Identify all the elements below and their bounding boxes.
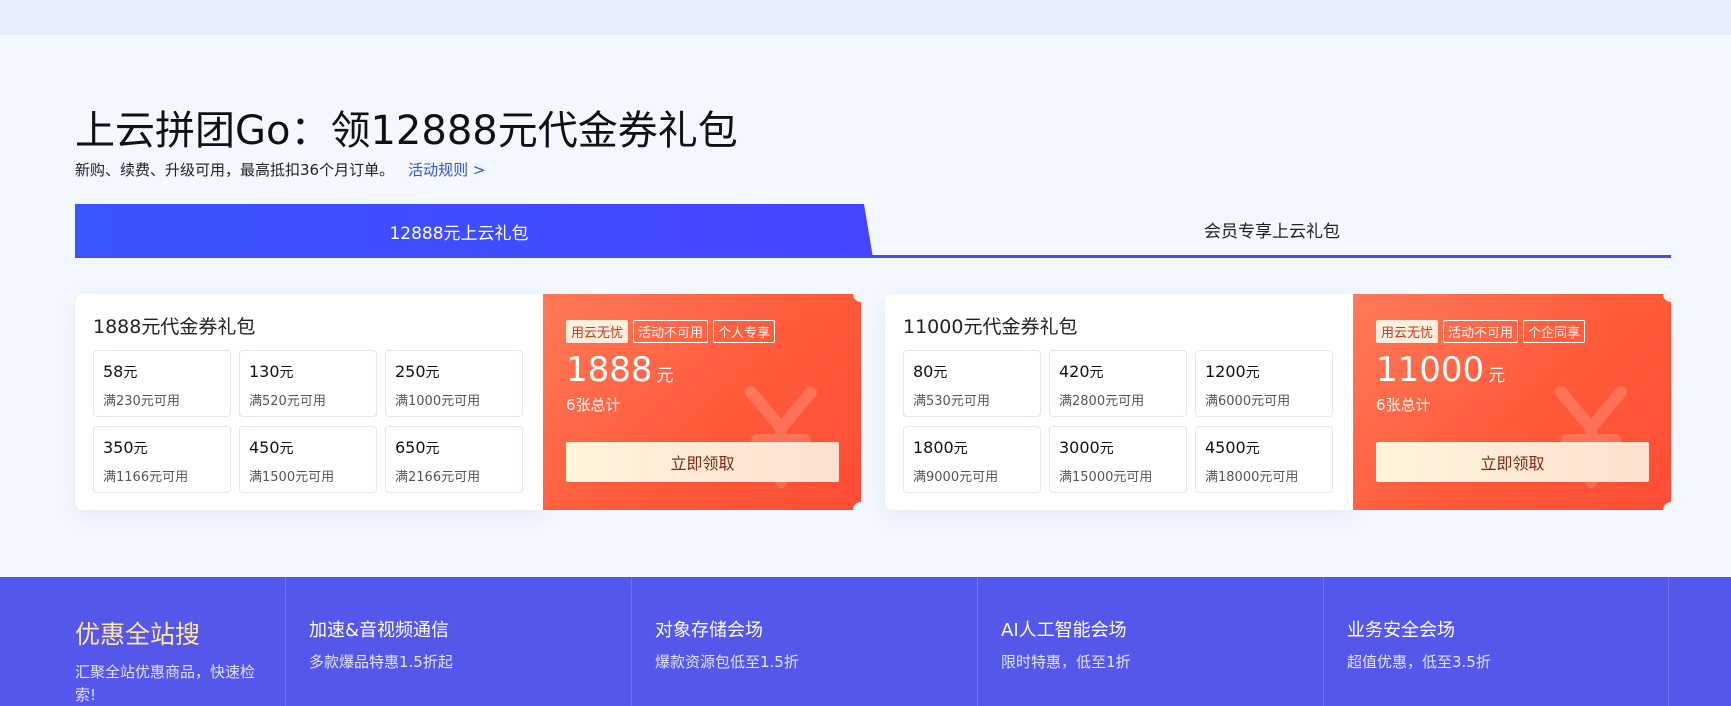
coupon-amount: 350元 [103,438,148,457]
coupon-amount: 1200元 [1205,362,1260,381]
package-tabs: 12888元上云礼包 会员专享上云礼包 [75,204,1671,258]
package-name: 11000元代金券礼包 [903,316,1078,338]
coupon-list-panel: 11000元代金券礼包 80元满530元可用 420元满2800元可用 1200… [885,294,1353,510]
promo-item-title: 对象存储会场 [655,620,763,641]
tab-12888-package[interactable]: 12888元上云礼包 [75,204,873,258]
coupon-item: 1200元满6000元可用 [1195,350,1333,417]
promo-main-desc: 汇聚全站优惠商品，快速检索! [75,663,256,704]
coupon-condition: 满18000元可用 [1205,470,1299,485]
promo-item-desc: 爆款资源包低至1.5折 [655,653,799,671]
ticket-notch [1663,294,1671,302]
ticket-notch [1663,502,1671,510]
badge-activity-unavailable: 活动不可用 [1443,320,1519,343]
coupon-list-panel: 1888元代金券礼包 58元满230元可用 130元满520元可用 250元满1… [75,294,543,510]
coupon-condition: 满1000元可用 [395,394,481,409]
claim-button[interactable]: 立即领取 [566,442,839,482]
coupon-item: 1800元满9000元可用 [903,426,1041,493]
coupon-condition: 满520元可用 [249,394,326,409]
coupon-item: 3000元满15000元可用 [1049,426,1187,493]
coupon-condition: 满530元可用 [913,394,990,409]
promo-item-title: AI人工智能会场 [1001,620,1127,641]
badge-audience: 个企同享 [1523,320,1586,343]
promo-item-title: 加速&音视频通信 [309,620,450,641]
coupon-item: 130元满520元可用 [239,350,377,417]
coupon-condition: 满230元可用 [103,394,180,409]
package-card-11000: 11000元代金券礼包 80元满530元可用 420元满2800元可用 1200… [885,294,1671,510]
promo-item-desc: 限时特惠，低至1折 [1001,653,1131,671]
coupon-count: 6张总计 [1376,396,1431,414]
ticket-notch [853,294,861,302]
promo-item-desc: 超值优惠，低至3.5折 [1347,653,1491,671]
package-total: 1888 元 [566,350,674,390]
package-summary-panel: 用云无忧 活动不可用 个企同享 11000 元 6张总计 立即领取 [1353,294,1671,510]
ticket-notch [853,502,861,510]
coupon-condition: 满9000元可用 [913,470,999,485]
coupon-grid: 58元满230元可用 130元满520元可用 250元满1000元可用 350元… [93,350,523,493]
coupon-item: 250元满1000元可用 [385,350,523,417]
badge-audience: 个人专享 [713,320,776,343]
coupon-item: 650元满2166元可用 [385,426,523,493]
activity-rules-link[interactable]: 活动规则 > [408,161,485,179]
coupon-condition: 满1166元可用 [103,470,189,485]
package-total: 11000 元 [1376,350,1506,390]
page-title: 上云拼团Go：领12888元代金券礼包 [75,108,738,154]
badge-row: 用云无忧 活动不可用 个企同享 [1376,320,1586,343]
tab-underline [75,255,1671,258]
coupon-amount: 80元 [913,362,948,381]
badge-activity-unavailable: 活动不可用 [633,320,709,343]
page-subtitle: 新购、续费、升级可用，最高抵扣36个月订单。 活动规则 > [75,159,485,180]
coupon-item: 420元满2800元可用 [1049,350,1187,417]
promo-item-desc: 多款爆品特惠1.5折起 [309,653,453,671]
coupon-amount: 130元 [249,362,294,381]
coupon-condition: 满6000元可用 [1205,394,1291,409]
package-name: 1888元代金券礼包 [93,316,256,338]
coupon-amount: 1800元 [913,438,968,457]
subtitle-text: 新购、续费、升级可用，最高抵扣36个月订单。 [75,161,395,179]
package-summary-panel: 用云无忧 活动不可用 个人专享 1888 元 6张总计 立即领取 [543,294,861,510]
promo-band: 优惠全站搜 汇聚全站优惠商品，快速检索! 加速&音视频通信 多款爆品特惠1.5折… [0,577,1731,706]
badge-worry-free: 用云无忧 [1376,320,1439,343]
coupon-amount: 250元 [395,362,440,381]
badge-worry-free: 用云无忧 [566,320,629,343]
coupon-condition: 满2166元可用 [395,470,481,485]
coupon-item: 450元满1500元可用 [239,426,377,493]
coupon-item: 350元满1166元可用 [93,426,231,493]
site-search-promo[interactable]: 优惠全站搜 汇聚全站优惠商品，快速检索! [75,577,285,706]
promo-item-security[interactable]: 业务安全会场 超值优惠，低至3.5折 [1323,577,1669,706]
tab-member-package[interactable]: 会员专享上云礼包 [873,204,1671,255]
promo-item-object-storage[interactable]: 对象存储会场 爆款资源包低至1.5折 [631,577,977,706]
coupon-condition: 满2800元可用 [1059,394,1145,409]
promo-item-acceleration[interactable]: 加速&音视频通信 多款爆品特惠1.5折起 [285,577,631,706]
coupon-amount: 3000元 [1059,438,1114,457]
badge-row: 用云无忧 活动不可用 个人专享 [566,320,776,343]
promo-item-title: 业务安全会场 [1347,620,1455,641]
coupon-amount: 650元 [395,438,440,457]
coupon-condition: 满1500元可用 [249,470,335,485]
coupon-amount: 420元 [1059,362,1104,381]
package-card-1888: 1888元代金券礼包 58元满230元可用 130元满520元可用 250元满1… [75,294,861,510]
coupon-count: 6张总计 [566,396,621,414]
coupon-amount: 450元 [249,438,294,457]
coupon-item: 4500元满18000元可用 [1195,426,1333,493]
coupon-grid: 80元满530元可用 420元满2800元可用 1200元满6000元可用 18… [903,350,1333,493]
top-strip [0,0,1731,35]
promo-item-ai[interactable]: AI人工智能会场 限时特惠，低至1折 [977,577,1323,706]
coupon-item: 58元满230元可用 [93,350,231,417]
coupon-item: 80元满530元可用 [903,350,1041,417]
claim-button[interactable]: 立即领取 [1376,442,1649,482]
coupon-amount: 4500元 [1205,438,1260,457]
coupon-condition: 满15000元可用 [1059,470,1153,485]
promo-main-title: 优惠全站搜 [75,620,201,649]
coupon-amount: 58元 [103,362,138,381]
